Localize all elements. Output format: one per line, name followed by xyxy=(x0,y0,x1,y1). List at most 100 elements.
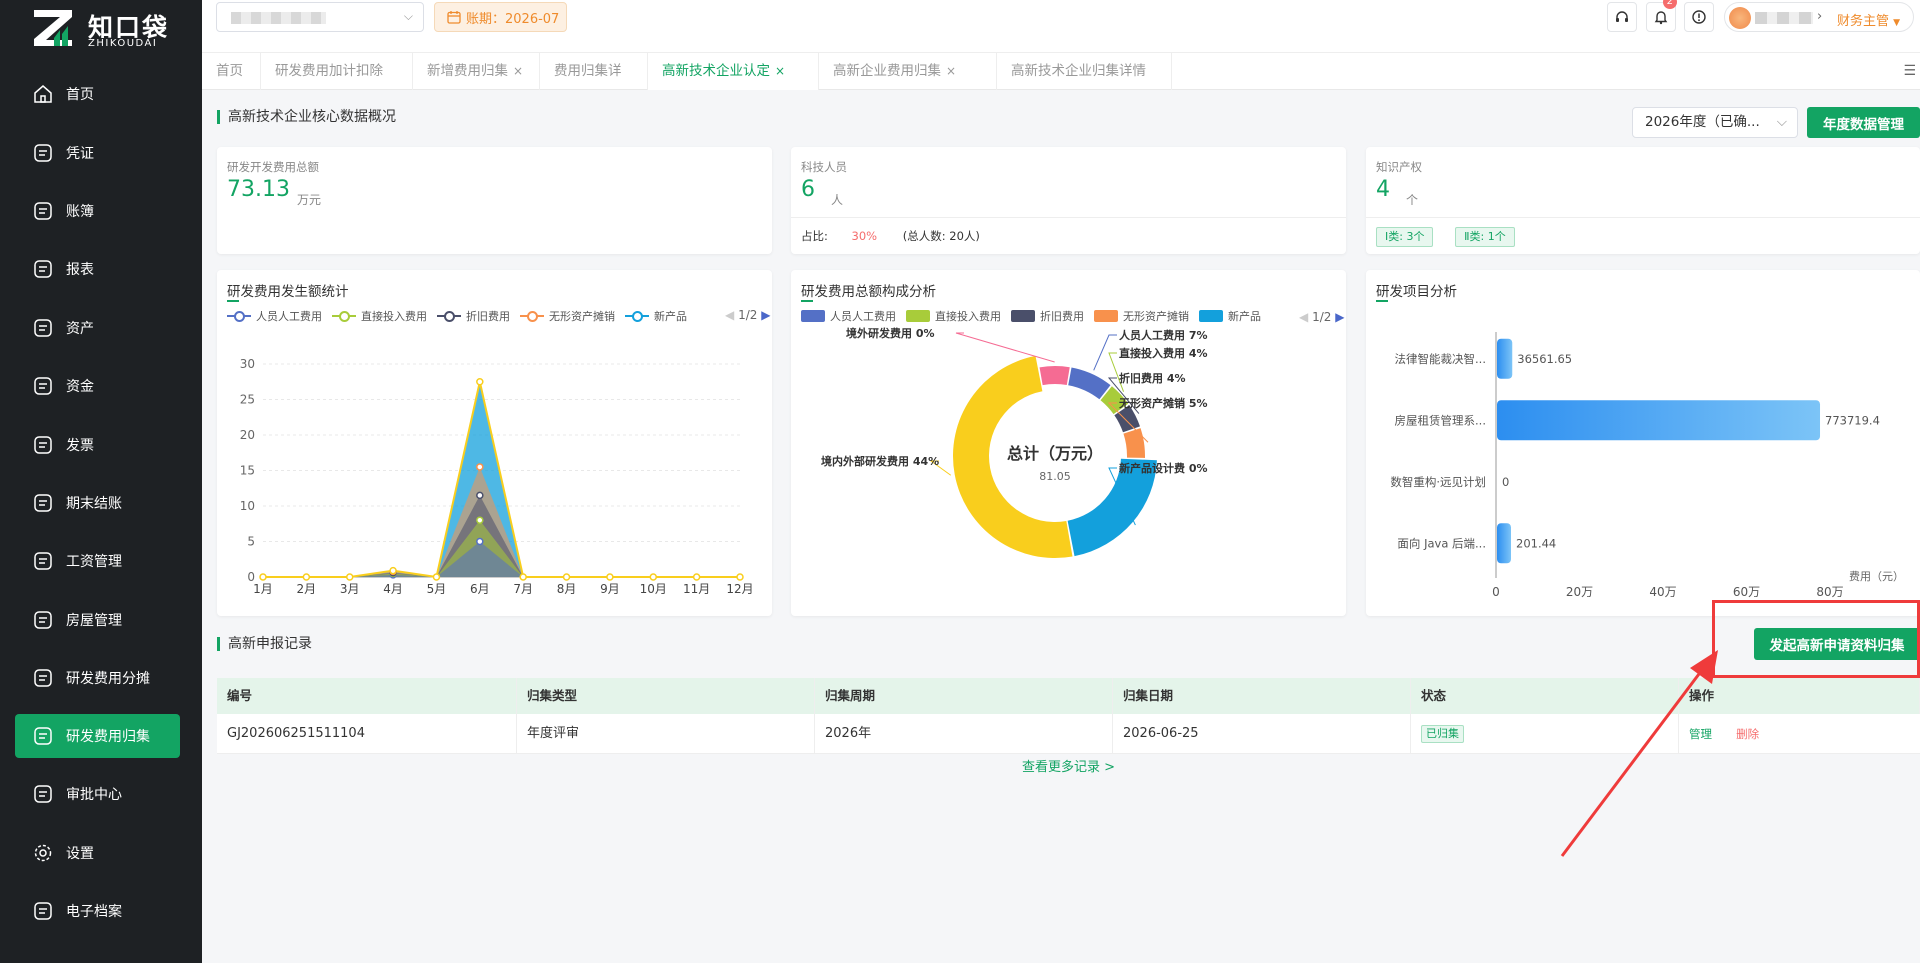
x-tick-label: 9月 xyxy=(600,582,620,596)
ip-class2-tag: Ⅱ类: 1个 xyxy=(1455,227,1515,247)
tab-label: 高新技术企业认定 xyxy=(662,63,770,79)
data-point xyxy=(302,573,311,581)
allocation-icon xyxy=(32,667,54,689)
sidebar-item-10[interactable]: 研发费用分摊 xyxy=(0,649,202,707)
data-point xyxy=(476,378,484,386)
more-records-link[interactable]: 查看更多记录 > xyxy=(1022,756,1115,775)
user-name-blurred xyxy=(1755,12,1813,24)
sidebar-item-11[interactable]: 研发费用归集 xyxy=(15,714,180,759)
data-point xyxy=(649,573,658,581)
period-badge[interactable]: 账期：2026-07 xyxy=(434,2,567,32)
category-label: 法律智能裁决智... xyxy=(1395,352,1486,366)
x-tick-label: 2月 xyxy=(297,582,317,596)
tab-0[interactable]: 首页 xyxy=(202,53,261,90)
data-point xyxy=(389,566,397,575)
invoice-icon xyxy=(32,434,54,456)
year-select[interactable]: 2026年度（已确... ⌵ xyxy=(1632,107,1798,138)
headset-button[interactable] xyxy=(1607,2,1637,32)
y-tick-label: 15 xyxy=(240,464,255,478)
slice-label: 无形资产摊销 5% xyxy=(1118,396,1208,410)
period-label: 账期：2026-07 xyxy=(466,11,560,27)
book-icon xyxy=(32,200,54,222)
fund-icon xyxy=(32,375,54,397)
notification-button[interactable]: 2 xyxy=(1646,0,1677,32)
asset-icon xyxy=(32,317,54,339)
manage-link[interactable]: 管理 xyxy=(1689,727,1712,741)
kpi-label: 科技人员 xyxy=(801,160,847,174)
slice-label: 直接投入费用 4% xyxy=(1119,346,1208,360)
highlight-box xyxy=(1712,600,1920,678)
overview-title: 高新技术企业核心数据概况 xyxy=(217,110,396,124)
calendar-icon xyxy=(447,11,461,24)
data-point xyxy=(476,537,484,546)
sidebar-item-3[interactable]: 报表 xyxy=(0,240,202,298)
ip-class1-tag: Ⅰ类: 3个 xyxy=(1376,227,1434,247)
data-point xyxy=(476,516,484,524)
category-label: 数智重构·远见计划 xyxy=(1390,475,1486,489)
category-label: 房屋租赁管理系... xyxy=(1395,413,1486,427)
x-tick-label: 80万 xyxy=(1816,585,1843,599)
delete-link[interactable]: 删除 xyxy=(1736,727,1759,741)
sidebar-item-1[interactable]: 凭证 xyxy=(0,123,202,181)
x-tick-label: 60万 xyxy=(1733,585,1760,599)
sidebar-item-6[interactable]: 发票 xyxy=(0,415,202,473)
sidebar-item-12[interactable]: 审批中心 xyxy=(0,765,202,823)
sidebar-item-13[interactable]: 设置 xyxy=(0,824,202,882)
kpi-label: 知识产权 xyxy=(1376,160,1422,174)
bar xyxy=(1497,338,1513,379)
collection-icon xyxy=(32,725,54,747)
sidebar-item-4[interactable]: 资产 xyxy=(0,299,202,357)
sidebar-item-0[interactable]: 首页 xyxy=(0,65,202,123)
sidebar-item-label: 期末结账 xyxy=(66,495,122,512)
home-icon xyxy=(32,83,54,105)
project-analysis-chart-card: 研发项目分析 0 20万 40万 60万 80万 法律智能裁决智... 36561.65 房屋… xyxy=(1366,270,1920,616)
sidebar-item-2[interactable]: 账簿 xyxy=(0,182,202,240)
year-data-button[interactable]: 年度数据管理 xyxy=(1807,107,1920,138)
tab-2[interactable]: 新增费用归集 × xyxy=(413,53,540,90)
donut-slice xyxy=(1123,428,1145,458)
user-menu[interactable]: › 财务主管 ▼ xyxy=(1724,2,1914,32)
voucher-icon xyxy=(32,142,54,164)
sidebar-item-14[interactable]: 电子档案 xyxy=(0,882,202,940)
sidebar-item-9[interactable]: 房屋管理 xyxy=(0,591,202,649)
tab-label: 首页 xyxy=(216,63,243,79)
tab-label: 高新企业费用归集 xyxy=(833,63,941,79)
close-icon[interactable]: × xyxy=(946,64,956,78)
sidebar-item-label: 设置 xyxy=(66,845,94,862)
tab-1[interactable]: 研发费用加计扣除× xyxy=(261,53,413,115)
x-axis-label: 费用（元） xyxy=(1849,570,1904,583)
x-tick-label: 0 xyxy=(1492,585,1500,599)
close-icon[interactable]: × xyxy=(775,64,785,78)
sidebar-item-label: 工资管理 xyxy=(66,554,122,571)
tab-5[interactable]: 高新企业费用归集 × xyxy=(819,53,997,90)
sidebar-item-7[interactable]: 期末结账 xyxy=(0,474,202,532)
area-chart: 0510152025301月 2月 3月 4月 5月 6月 7月 8月 9月 10月 11月 12月 xyxy=(240,357,754,596)
tab-3[interactable]: 费用归集详情× xyxy=(540,53,648,116)
menu-icon[interactable]: ☰ xyxy=(1903,63,1916,79)
x-tick-label: 7月 xyxy=(513,582,533,596)
data-point xyxy=(432,573,441,581)
cell-date: 2026-06-25 xyxy=(1113,714,1411,753)
ratio-total: (总人数: 20人) xyxy=(902,229,980,243)
donut-center-value: 81.05 xyxy=(1039,470,1071,483)
close-icon[interactable]: × xyxy=(513,64,523,78)
info-button[interactable] xyxy=(1684,2,1714,32)
column-header: 状态 xyxy=(1411,678,1679,714)
tab-6[interactable]: 高新技术企业归集详情× xyxy=(997,53,1172,115)
tab-4[interactable]: 高新技术企业认定 × xyxy=(648,53,819,90)
donut-slice xyxy=(1039,366,1070,386)
sidebar-item-8[interactable]: 工资管理 xyxy=(0,532,202,590)
company-select[interactable]: ⌵ xyxy=(216,2,424,32)
x-tick-label: 20万 xyxy=(1566,585,1593,599)
sidebar-item-5[interactable]: 资金 xyxy=(0,357,202,415)
app-logo[interactable]: 知口袋 ZHIKOUDAI xyxy=(30,6,180,50)
bar-chart: 0 20万 40万 60万 80万 法律智能裁决智... 36561.65 房屋租赁管理系..… xyxy=(1390,332,1880,599)
cell-actions: 管理 删除 xyxy=(1679,714,1920,753)
sidebar-item-label: 报表 xyxy=(66,262,94,279)
value-label: 36561.65 xyxy=(1517,352,1572,366)
sidebar-item-label: 研发费用归集 xyxy=(66,729,150,746)
table-header: 编号 归集类型 归集周期 归集日期 状态 操作 xyxy=(217,678,1920,714)
cell-status: 已归集 xyxy=(1411,714,1679,753)
ratio-value: 30% xyxy=(851,229,878,243)
staff-ratio: 占比: 30% (总人数: 20人) xyxy=(791,217,1346,254)
